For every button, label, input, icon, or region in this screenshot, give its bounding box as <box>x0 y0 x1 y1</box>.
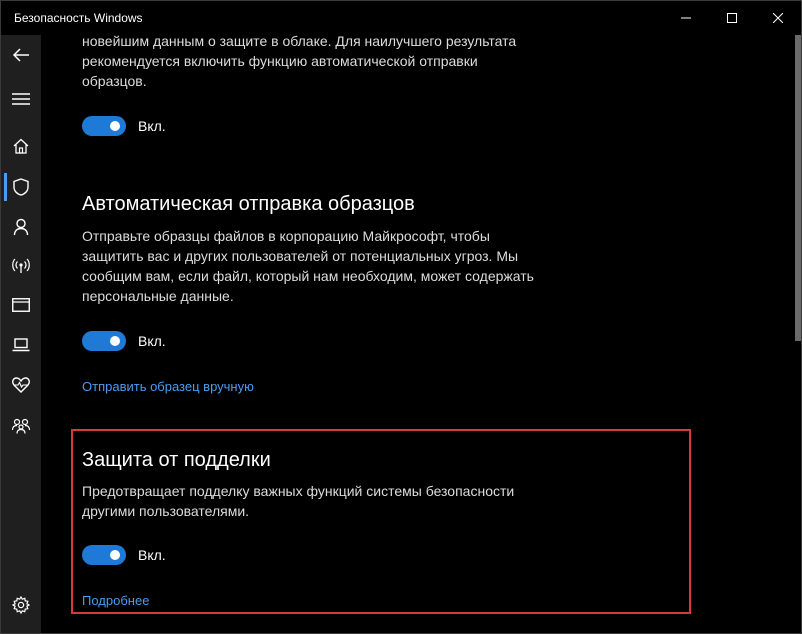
close-icon <box>773 13 783 23</box>
person-icon <box>13 218 29 236</box>
minimize-icon <box>681 17 691 19</box>
active-indicator <box>4 173 7 201</box>
back-arrow-icon <box>12 48 29 62</box>
app-window: Безопасность Windows новейшим данным о з… <box>0 0 802 634</box>
description-line: сообщим вам, если файл, который нам необ… <box>82 268 534 284</box>
description-line: защитить вас и других пользователей от п… <box>82 248 519 264</box>
tamper-protection-description: Предотвращает подделку важных функций си… <box>82 481 552 521</box>
nav-firewall[interactable] <box>1 248 41 284</box>
description-line: Предотвращает подделку важных функций си… <box>82 483 515 499</box>
maximize-icon <box>727 13 737 23</box>
toggle-knob <box>110 121 120 131</box>
section-title-tamper-protection: Защита от подделки <box>82 449 271 471</box>
sidebar <box>1 35 41 633</box>
toggle-state-label: Вкл. <box>138 547 166 563</box>
description-line: персональные данные. <box>82 288 234 304</box>
shield-icon <box>13 178 29 196</box>
tamper-protection-toggle[interactable] <box>82 545 126 565</box>
menu-button[interactable] <box>1 81 41 117</box>
scrollbar-thumb[interactable] <box>795 35 801 341</box>
gear-icon <box>12 596 30 614</box>
section-title-sample-submission: Автоматическая отправка образцов <box>82 193 415 215</box>
nav-settings[interactable] <box>1 587 41 623</box>
family-icon <box>12 418 30 434</box>
toggle-knob <box>110 336 120 346</box>
wireless-icon <box>12 258 30 273</box>
app-browser-icon <box>12 298 30 312</box>
window-title: Безопасность Windows <box>14 11 143 25</box>
hamburger-menu-icon <box>12 93 30 105</box>
maximize-button[interactable] <box>709 1 755 35</box>
submit-sample-manually-link[interactable]: Отправить образец вручную <box>82 379 254 394</box>
toggle-state-label: Вкл. <box>138 118 166 134</box>
sample-submission-toggle[interactable] <box>82 331 126 351</box>
nav-device-security[interactable] <box>1 327 41 363</box>
description-line: другими пользователями. <box>82 503 250 519</box>
description-line: новейшим данным о защите в облаке. Для н… <box>82 35 517 49</box>
cloud-protection-description: новейшим данным о защите в облаке. Для н… <box>82 35 552 91</box>
toggle-state-label: Вкл. <box>138 333 166 349</box>
minimize-button[interactable] <box>663 1 709 35</box>
toggle-knob <box>110 550 120 560</box>
learn-more-link[interactable]: Подробнее <box>82 593 149 608</box>
main-content: новейшим данным о защите в облаке. Для н… <box>41 35 793 633</box>
laptop-icon <box>12 338 30 352</box>
description-line: образцов. <box>82 73 147 89</box>
description-line: рекомендуется включить функцию автоматич… <box>82 53 478 69</box>
nav-virus-protection[interactable] <box>1 169 41 205</box>
title-bar: Безопасность Windows <box>1 1 801 35</box>
description-line: Отправьте образцы файлов в корпорацию Ма… <box>82 228 490 244</box>
home-icon <box>13 138 29 154</box>
nav-app-browser[interactable] <box>1 287 41 323</box>
heart-icon <box>12 377 30 393</box>
nav-account[interactable] <box>1 209 41 245</box>
cloud-samples-toggle[interactable] <box>82 116 126 136</box>
sample-submission-description: Отправьте образцы файлов в корпорацию Ма… <box>82 226 552 306</box>
close-button[interactable] <box>755 1 801 35</box>
nav-device-health[interactable] <box>1 367 41 403</box>
nav-family-options[interactable] <box>1 408 41 444</box>
nav-home[interactable] <box>1 128 41 164</box>
back-button[interactable] <box>1 37 41 73</box>
